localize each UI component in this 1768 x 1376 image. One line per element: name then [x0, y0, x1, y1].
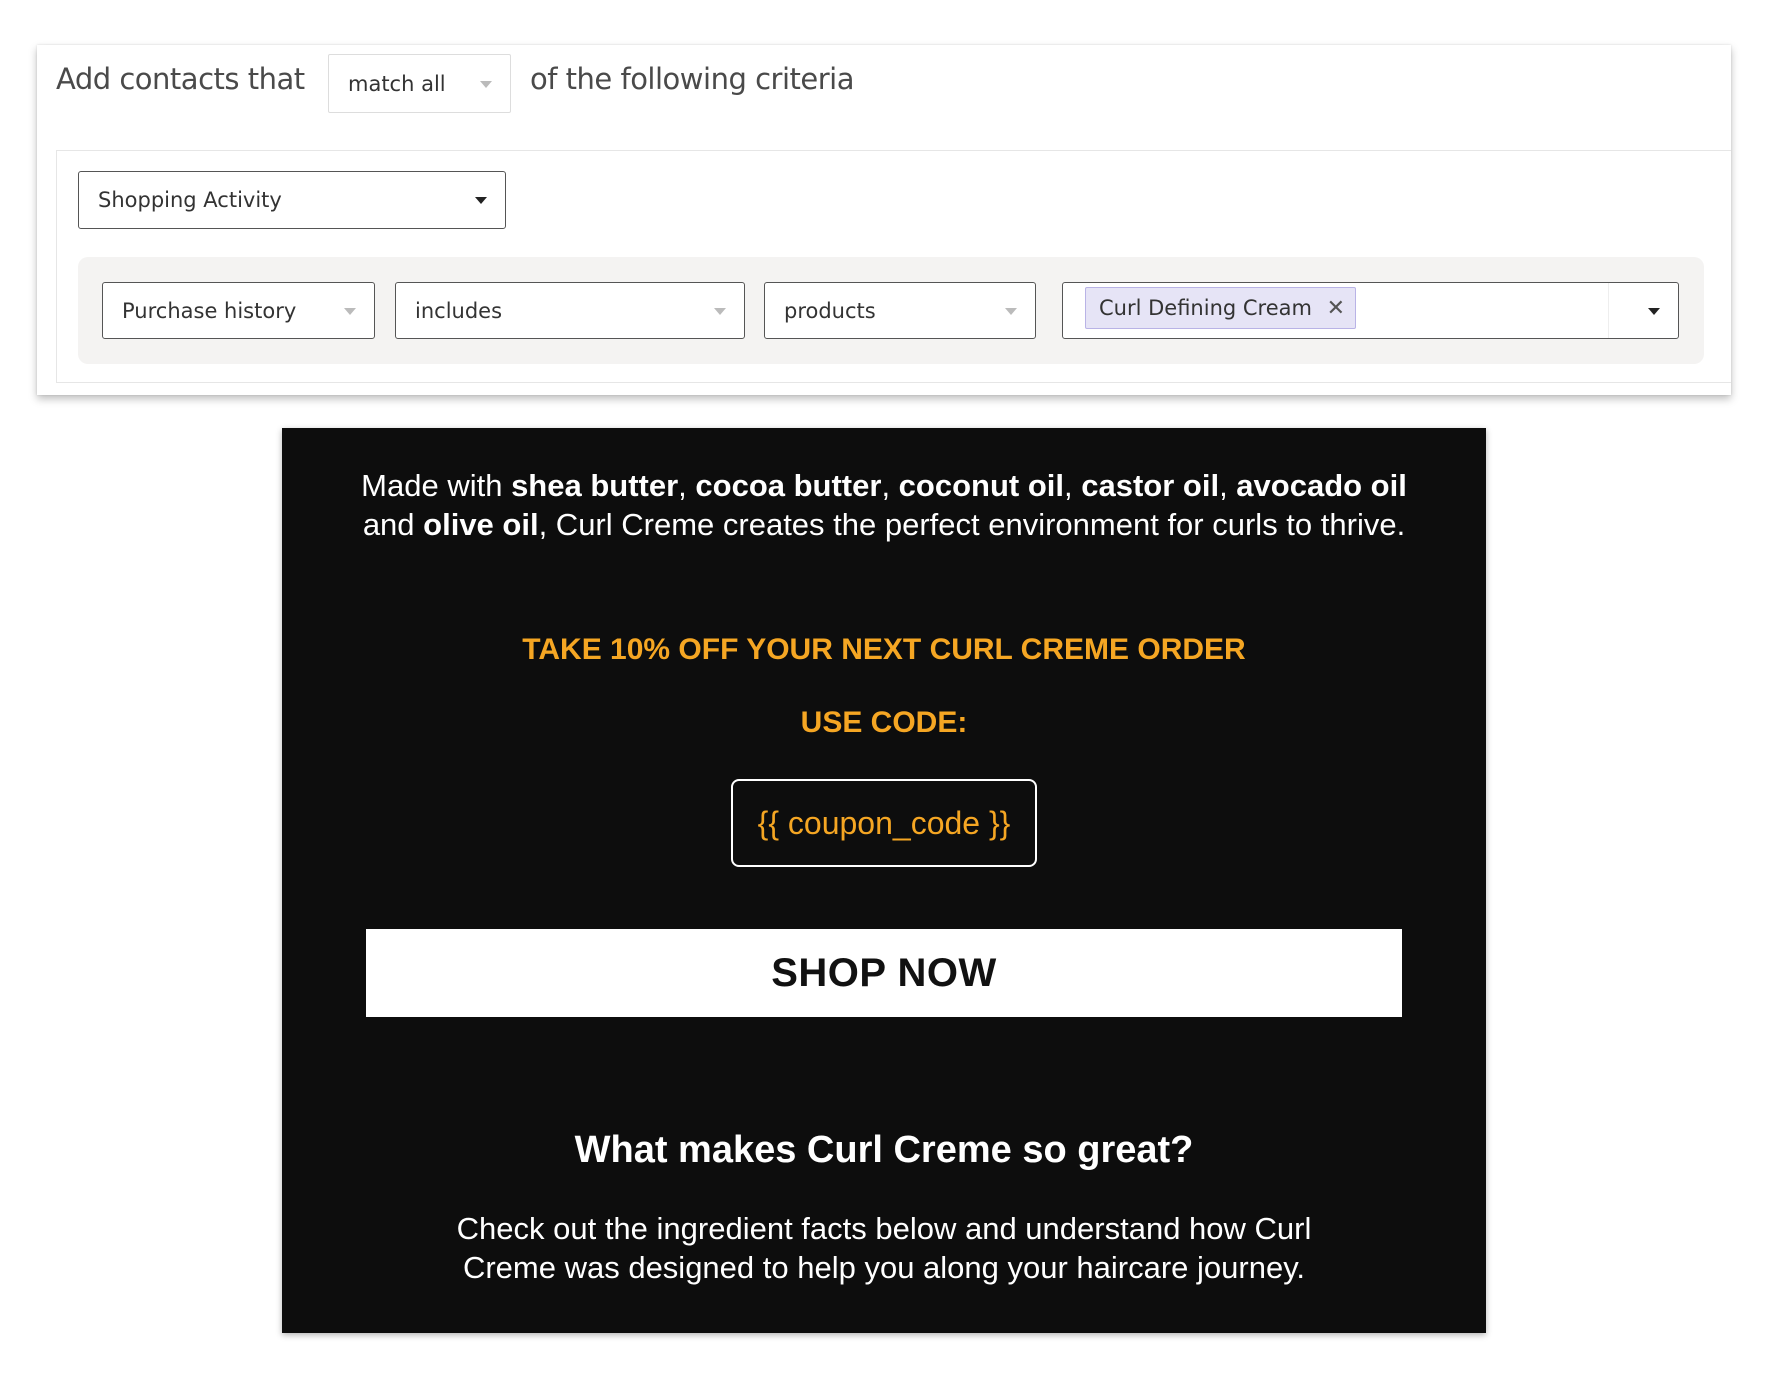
chevron-down-icon: [344, 307, 356, 315]
coupon-code-box: {{ coupon_code }}: [731, 779, 1037, 867]
tag-label: Curl Defining Cream: [1099, 296, 1312, 320]
operator-select[interactable]: includes: [395, 282, 745, 339]
remove-tag-icon[interactable]: ✕: [1327, 296, 1345, 321]
segment-builder-panel: Add contacts that match all of the follo…: [37, 45, 1731, 395]
chevron-down-icon: [714, 307, 726, 315]
chevron-down-icon: [480, 80, 492, 88]
match-mode-select[interactable]: match all: [328, 54, 511, 113]
chevron-down-icon[interactable]: [1648, 307, 1660, 315]
offer-heading: TAKE 10% OFF YOUR NEXT CURL CREME ORDER: [522, 633, 1246, 666]
field-select[interactable]: Purchase history: [102, 282, 375, 339]
criteria-title-suffix: of the following criteria: [530, 62, 854, 96]
email-preview: Made with shea butter, cocoa butter, coc…: [282, 428, 1486, 1333]
condition-group-card: Shopping Activity Purchase history inclu…: [56, 150, 1731, 383]
divider: [1608, 283, 1609, 338]
type-select[interactable]: products: [764, 282, 1036, 339]
operator-value: includes: [415, 298, 503, 323]
criteria-title-prefix: Add contacts that: [56, 62, 305, 96]
use-code-label: USE CODE:: [800, 706, 968, 739]
shop-now-button[interactable]: SHOP NOW: [366, 929, 1402, 1017]
selected-product-tag: Curl Defining Cream ✕: [1085, 287, 1356, 329]
chevron-down-icon: [475, 197, 487, 204]
body-paragraph: Check out the ingredient facts below and…: [456, 1211, 1312, 1285]
type-value: products: [784, 298, 876, 323]
field-value: Purchase history: [122, 298, 297, 323]
match-mode-value: match all: [348, 71, 446, 96]
category-value: Shopping Activity: [98, 188, 282, 212]
chevron-down-icon: [1005, 307, 1017, 315]
products-multiselect[interactable]: Curl Defining Cream ✕: [1062, 282, 1679, 339]
section-heading: What makes Curl Creme so great?: [574, 1129, 1194, 1171]
condition-row: Purchase history includes products Curl …: [78, 257, 1704, 364]
category-select[interactable]: Shopping Activity: [78, 171, 506, 229]
intro-paragraph: Made with shea butter, cocoa butter, coc…: [361, 468, 1407, 542]
